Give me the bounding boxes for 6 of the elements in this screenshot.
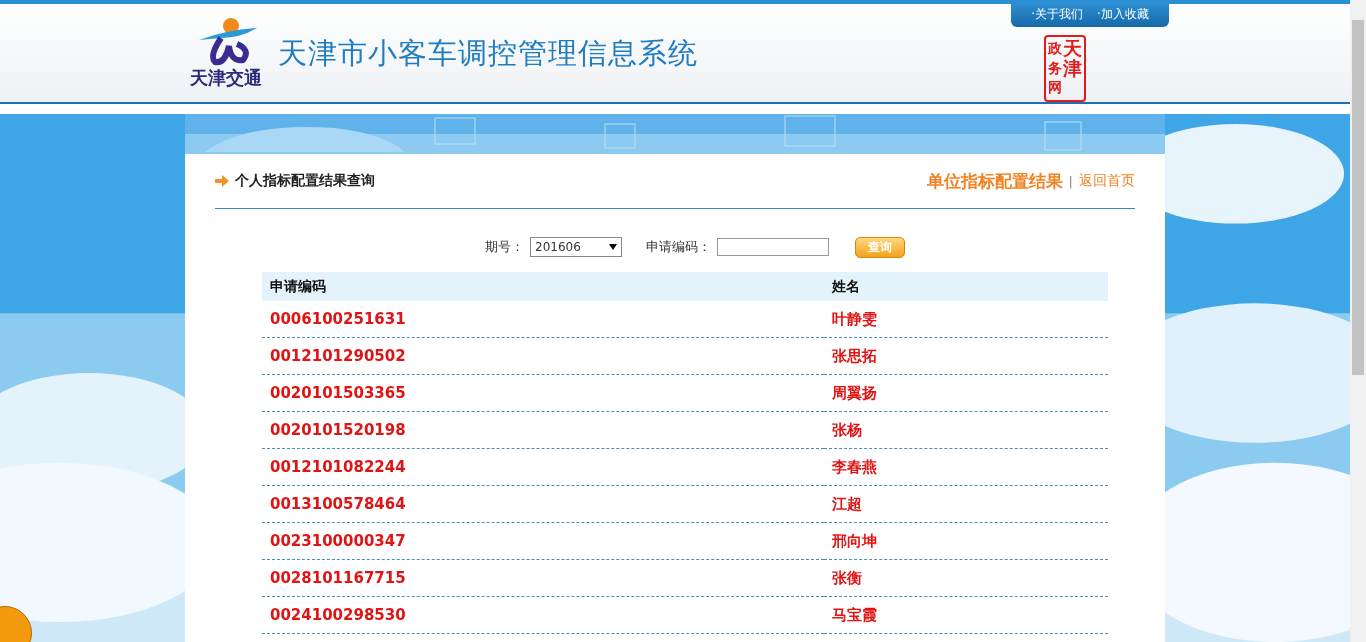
top-link[interactable]: ·关于我们 bbox=[1031, 6, 1083, 23]
seal-text: 天津 bbox=[1063, 39, 1082, 81]
top-link[interactable]: ·加入收藏 bbox=[1097, 6, 1149, 23]
site-title: 天津市小客车调控管理信息系统 bbox=[278, 35, 698, 72]
seal-text: 政务网 bbox=[1048, 39, 1062, 98]
logo-caption: 天津交通 bbox=[190, 66, 262, 90]
